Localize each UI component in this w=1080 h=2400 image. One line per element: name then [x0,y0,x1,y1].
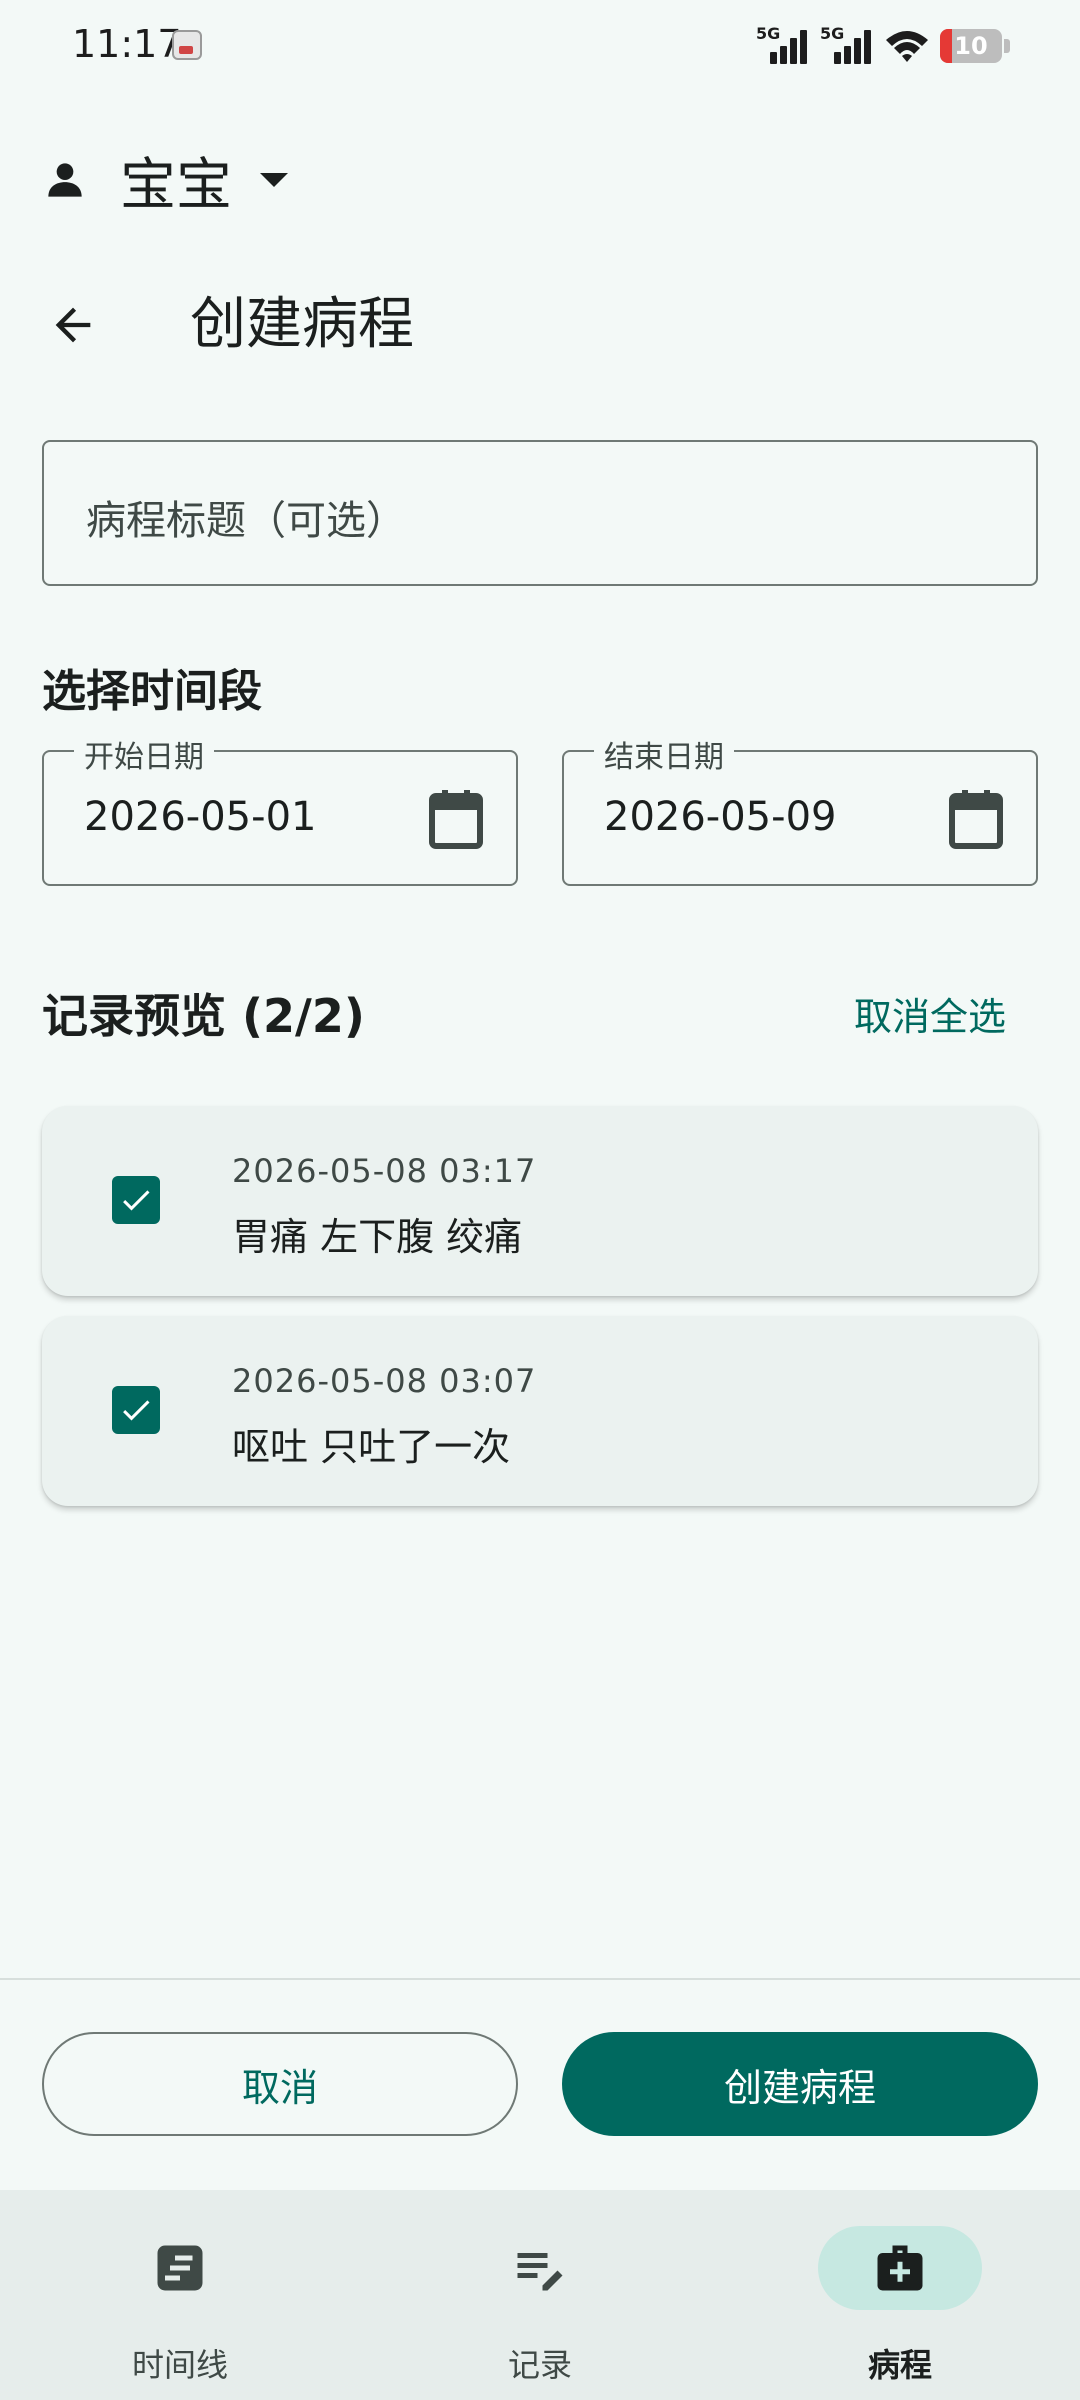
nav-item-timeline[interactable]: 时间线 [0,2190,360,2400]
start-date-field[interactable]: 开始日期 2026-05-01 [42,732,518,886]
status-bar: 11:17 5G 5G 10 [0,0,1080,90]
record-checkbox[interactable] [112,1176,160,1224]
record-description: 呕吐 只吐了一次 [232,1425,511,1469]
end-date-value: 2026-05-09 [604,794,837,840]
timeline-icon [157,2245,203,2291]
course-title-input[interactable]: 病程标题（可选） [42,440,1038,586]
start-date-value: 2026-05-01 [84,794,317,840]
records-preview-heading: 记录预览 (2/2) [42,989,365,1043]
nav-label: 记录 [507,2346,572,2384]
page-title: 创建病程 [190,292,414,357]
record-card[interactable]: 2026-05-08 03:17 胃痛 左下腹 绞痛 [42,1106,1038,1296]
start-date-label: 开始日期 [74,732,214,776]
cellular-signal-icon: 5G [756,24,810,66]
edit-notes-icon [517,2253,563,2291]
battery-tip [1004,39,1010,53]
course-title-placeholder: 病程标题（可选） [86,498,406,544]
status-time: 11:17 [72,22,182,66]
record-description: 胃痛 左下腹 绞痛 [232,1215,523,1259]
status-icons: 5G 5G 10 [756,24,1010,68]
calendar-icon[interactable] [948,790,1004,850]
profile-name: 宝宝 [120,152,232,218]
nav-label: 病程 [867,2346,932,2384]
record-checkbox[interactable] [112,1386,160,1434]
record-time: 2026-05-08 03:07 [232,1362,537,1400]
profile-selector[interactable]: 宝宝 [40,140,288,220]
screen: 11:17 5G 5G 10 宝宝 创建病程 病程标题（可选） 选择时间段 开始… [0,0,1080,2400]
checkmark-icon [123,1400,150,1421]
nav-label: 时间线 [131,2346,228,2384]
cancel-button[interactable]: 取消 [42,2032,518,2136]
bottom-nav: 时间线 记录 病程 [0,2190,1080,2400]
medical-case-icon [877,2245,923,2291]
nav-item-medical-course[interactable]: 病程 [720,2190,1080,2400]
arrow-back-icon [55,307,91,343]
checkmark-icon [123,1190,150,1211]
end-date-label: 结束日期 [594,732,734,776]
deselect-all-button[interactable]: 取消全选 [854,986,1006,1041]
cellular-signal-icon: 5G [820,24,874,66]
notification-app-icon [172,30,202,60]
nav-item-records[interactable]: 记录 [360,2190,720,2400]
network-type-label: 5G [756,24,781,43]
back-button[interactable] [38,290,108,360]
time-range-heading: 选择时间段 [42,666,262,717]
record-card[interactable]: 2026-05-08 03:07 呕吐 只吐了一次 [42,1316,1038,1506]
battery-icon: 10 [940,29,1002,63]
create-course-button[interactable]: 创建病程 [562,2032,1038,2136]
network-type-label: 5G [820,24,845,43]
person-icon [48,163,82,197]
record-time: 2026-05-08 03:17 [232,1152,537,1190]
end-date-field[interactable]: 结束日期 2026-05-09 [562,732,1038,886]
battery-level: 10 [954,32,988,60]
dropdown-caret-icon [260,173,288,187]
calendar-icon[interactable] [428,790,484,850]
divider [0,1978,1080,1980]
wifi-icon [886,31,928,62]
